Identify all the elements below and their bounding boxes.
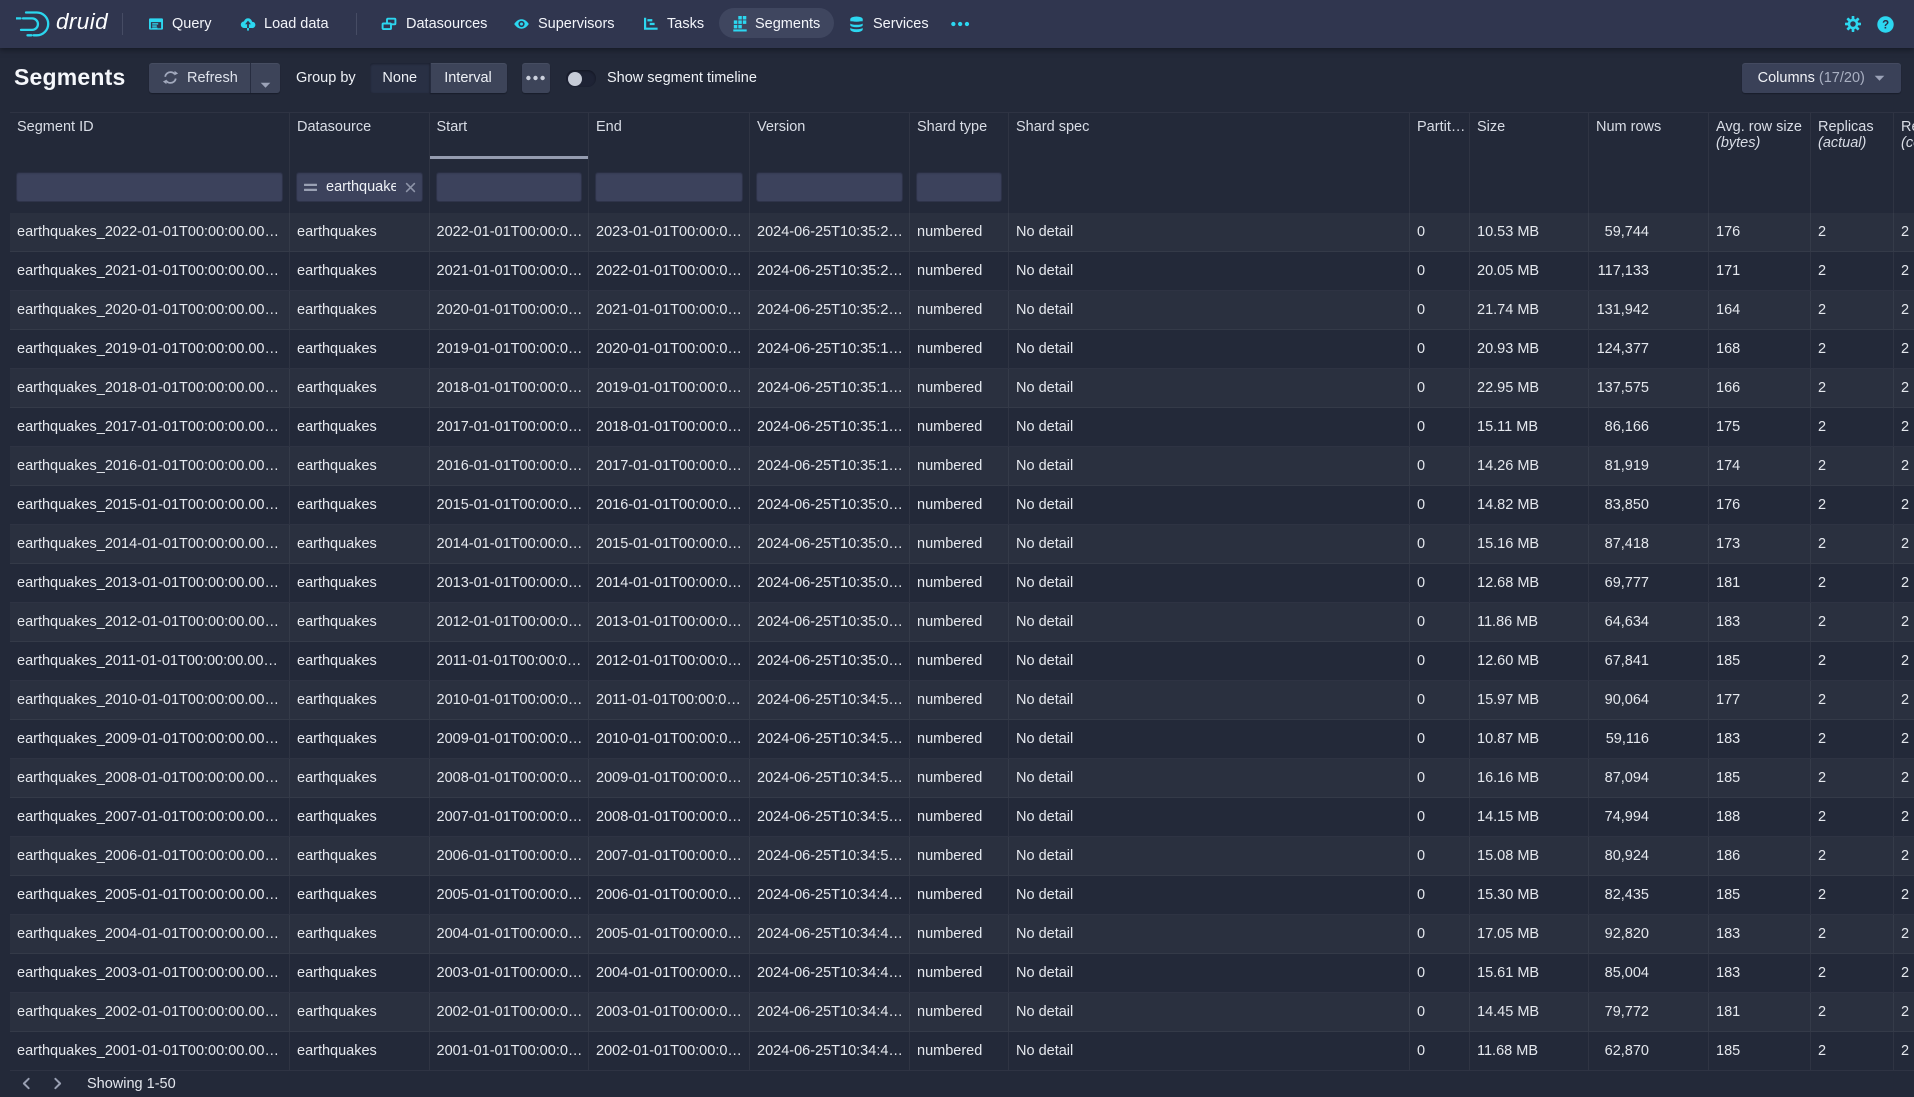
svg-text:?: ?: [1882, 19, 1889, 31]
